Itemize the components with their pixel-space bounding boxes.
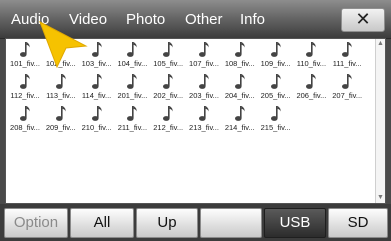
file-item[interactable]: 203_fiv... <box>186 73 222 103</box>
music-note-icon <box>19 105 31 122</box>
file-name: 108_fiv... <box>224 59 255 68</box>
blank-button[interactable] <box>200 208 262 238</box>
file-name: 201_fiv... <box>117 91 148 100</box>
file-item[interactable]: 206_fiv... <box>293 73 329 103</box>
file-item[interactable]: 212_fiv... <box>150 105 186 135</box>
file-item[interactable]: 215_fiv... <box>258 105 294 135</box>
scroll-down-icon[interactable]: ▼ <box>377 194 384 202</box>
file-item[interactable]: 110_fiv... <box>293 41 329 71</box>
file-name: 114_fiv... <box>81 91 112 100</box>
bottom-bar: Option All Up USB SD <box>0 204 391 241</box>
scrollbar[interactable]: ▲ ▼ <box>375 39 385 203</box>
pointer-cursor-icon <box>39 20 88 69</box>
tab-other[interactable]: Other <box>185 11 223 29</box>
file-name: 113_fiv... <box>46 91 76 100</box>
file-item[interactable]: 208_fiv... <box>7 105 43 135</box>
file-name: 203_fiv... <box>189 91 219 100</box>
music-note-icon <box>55 105 67 122</box>
option-button[interactable]: Option <box>4 208 68 238</box>
file-name: 214_fiv... <box>224 123 255 132</box>
file-name: 210_fiv... <box>81 123 112 132</box>
music-note-icon <box>305 73 317 90</box>
file-name: 209_fiv... <box>45 123 76 132</box>
music-note-icon <box>198 105 210 122</box>
file-name: 215_fiv... <box>260 123 291 132</box>
file-item[interactable]: 209_fiv... <box>43 105 79 135</box>
file-name: 212_fiv... <box>153 123 184 132</box>
file-item[interactable]: 204_fiv... <box>222 73 258 103</box>
music-note-icon <box>91 105 103 122</box>
music-note-icon <box>305 41 317 58</box>
file-name: 202_fiv... <box>153 91 184 100</box>
file-item[interactable]: 104_fiv... <box>114 41 150 71</box>
music-note-icon <box>234 105 246 122</box>
music-note-icon <box>270 73 282 90</box>
music-note-icon <box>341 41 353 58</box>
usb-button[interactable]: USB <box>264 208 326 238</box>
music-note-icon <box>91 41 103 58</box>
music-note-icon <box>19 41 31 58</box>
file-name: 205_fiv... <box>260 91 291 100</box>
tab-photo[interactable]: Photo <box>126 11 165 29</box>
file-item[interactable]: 211_fiv... <box>114 105 150 135</box>
file-item[interactable]: 112_fiv... <box>7 73 43 103</box>
file-item[interactable]: 113_fiv... <box>43 73 79 103</box>
file-name: 211_fiv... <box>117 123 148 132</box>
file-name: 111_fiv... <box>332 59 362 68</box>
file-name: 109_fiv... <box>260 59 291 68</box>
file-name: 112_fiv... <box>10 91 40 100</box>
file-name: 207_fiv... <box>332 91 363 100</box>
music-note-icon <box>126 105 138 122</box>
file-item[interactable]: 213_fiv... <box>186 105 222 135</box>
file-item[interactable]: 105_fiv... <box>150 41 186 71</box>
music-note-icon <box>19 73 31 90</box>
file-name: 213_fiv... <box>189 123 219 132</box>
file-item[interactable]: 207_fiv... <box>329 73 365 103</box>
music-note-icon <box>126 41 138 58</box>
up-button[interactable]: Up <box>136 208 198 238</box>
music-note-icon <box>234 41 246 58</box>
file-item[interactable]: 202_fiv... <box>150 73 186 103</box>
file-name: 206_fiv... <box>296 91 327 100</box>
file-item[interactable]: 210_fiv... <box>79 105 115 135</box>
music-note-icon <box>91 73 103 90</box>
music-note-icon <box>55 73 67 90</box>
file-name: 107_fiv... <box>189 59 219 68</box>
file-name: 110_fiv... <box>296 59 327 68</box>
music-note-icon <box>198 41 210 58</box>
music-note-icon <box>162 41 174 58</box>
all-button[interactable]: All <box>70 208 134 238</box>
music-note-icon <box>270 105 282 122</box>
file-item[interactable]: 108_fiv... <box>222 41 258 71</box>
file-name: 105_fiv... <box>153 59 184 68</box>
file-name: 104_fiv... <box>117 59 148 68</box>
file-item[interactable]: 109_fiv... <box>258 41 294 71</box>
music-note-icon <box>341 73 353 90</box>
close-button[interactable]: ✕ <box>341 8 385 32</box>
file-item[interactable]: 214_fiv... <box>222 105 258 135</box>
music-note-icon <box>126 73 138 90</box>
file-name: 204_fiv... <box>224 91 255 100</box>
file-item[interactable]: 114_fiv... <box>79 73 115 103</box>
music-note-icon <box>270 41 282 58</box>
file-item[interactable]: 205_fiv... <box>258 73 294 103</box>
file-name: 208_fiv... <box>10 123 40 132</box>
music-note-icon <box>162 105 174 122</box>
tab-info[interactable]: Info <box>240 11 265 29</box>
music-note-icon <box>198 73 210 90</box>
music-note-icon <box>162 73 174 90</box>
sd-button[interactable]: SD <box>328 208 388 238</box>
music-note-icon <box>234 73 246 90</box>
file-item[interactable]: 111_fiv... <box>329 41 365 71</box>
scroll-up-icon[interactable]: ▲ <box>377 40 384 48</box>
file-item[interactable]: 201_fiv... <box>114 73 150 103</box>
file-item[interactable]: 107_fiv... <box>186 41 222 71</box>
